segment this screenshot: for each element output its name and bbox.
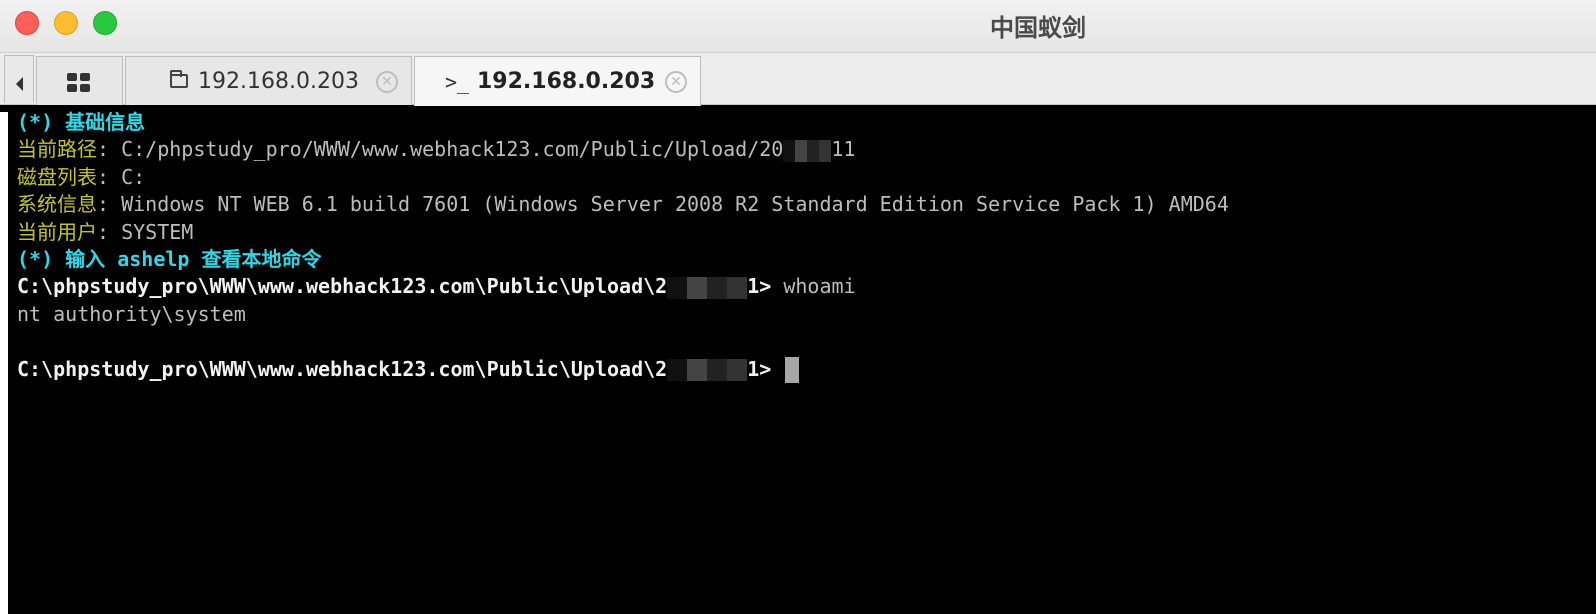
text-cursor[interactable] bbox=[785, 357, 800, 384]
terminal-line: C:\phpstudy_pro\WWW\www.webhack123.com\P… bbox=[17, 273, 1229, 300]
redacted-block bbox=[783, 139, 832, 162]
terminal-line: 当前路径: C:/phpstudy_pro/WWW/www.webhack123… bbox=[17, 136, 1229, 163]
path-suffix: 11 bbox=[831, 137, 856, 162]
terminal-output[interactable]: (*) 基础信息 当前路径: C:/phpstudy_pro/WWW/www.w… bbox=[0, 109, 1596, 614]
close-tab-icon[interactable]: ✕ bbox=[376, 71, 398, 93]
chevron-left-icon bbox=[16, 77, 23, 91]
terminal-line: 磁盘列表: C: bbox=[17, 164, 1229, 191]
tab-bar: 192.168.0.203 ✕ >_ 192.168.0.203 ✕ bbox=[0, 53, 1596, 106]
tab-terminal[interactable]: >_ 192.168.0.203 ✕ bbox=[414, 56, 701, 106]
shell-prompt-suffix: 1> bbox=[747, 356, 772, 381]
terminal-prompt-icon: >_ bbox=[445, 70, 470, 94]
shell-prompt: C:\phpstudy_pro\WWW\www.webhack123.com\P… bbox=[17, 274, 668, 299]
terminal-line: C:\phpstudy_pro\WWW\www.webhack123.com\P… bbox=[17, 356, 1229, 384]
shell-prompt-suffix: 1> bbox=[747, 274, 772, 299]
tab-label: 192.168.0.203 bbox=[477, 69, 656, 94]
redacted-block bbox=[667, 359, 748, 382]
title-bar: 中国蚁剑 bbox=[0, 0, 1596, 53]
command-output: nt authority\system bbox=[17, 301, 246, 326]
path-value: : C:/phpstudy_pro/WWW/www.webhack123.com… bbox=[97, 137, 784, 162]
tab-scroll-left-button[interactable] bbox=[4, 55, 34, 103]
window-title: 中国蚁剑 bbox=[990, 14, 1086, 42]
tab-file-manager[interactable]: 192.168.0.203 ✕ bbox=[125, 56, 412, 105]
folder-icon bbox=[170, 70, 188, 88]
disk-label: 磁盘列表 bbox=[17, 164, 97, 189]
user-label: 当前用户 bbox=[17, 219, 97, 244]
close-tab-icon[interactable]: ✕ bbox=[665, 71, 687, 93]
system-value: : Windows NT WEB 6.1 build 7601 (Windows… bbox=[97, 192, 1229, 217]
info-header: (*) 基础信息 bbox=[17, 110, 146, 134]
help-hint: (*) 输入 ashelp 查看本地命令 bbox=[17, 246, 322, 271]
terminal-line: (*) 基础信息 bbox=[17, 109, 1229, 136]
tab-home[interactable] bbox=[36, 56, 123, 105]
terminal-line: nt authority\system bbox=[17, 301, 1229, 328]
terminal-line: 当前用户: SYSTEM bbox=[17, 219, 1229, 246]
path-label: 当前路径 bbox=[17, 137, 97, 162]
disk-value: : C: bbox=[97, 164, 146, 189]
grid-icon bbox=[67, 73, 91, 93]
user-value: : SYSTEM bbox=[97, 219, 194, 244]
terminal-line: 系统信息: Windows NT WEB 6.1 build 7601 (Win… bbox=[17, 191, 1229, 218]
terminal-line: (*) 输入 ashelp 查看本地命令 bbox=[17, 246, 1229, 273]
system-label: 系统信息 bbox=[17, 192, 97, 217]
redacted-block bbox=[667, 276, 748, 299]
typed-command: whoami bbox=[771, 274, 856, 299]
shell-prompt: C:\phpstudy_pro\WWW\www.webhack123.com\P… bbox=[17, 356, 668, 381]
tab-label: 192.168.0.203 bbox=[198, 69, 359, 94]
